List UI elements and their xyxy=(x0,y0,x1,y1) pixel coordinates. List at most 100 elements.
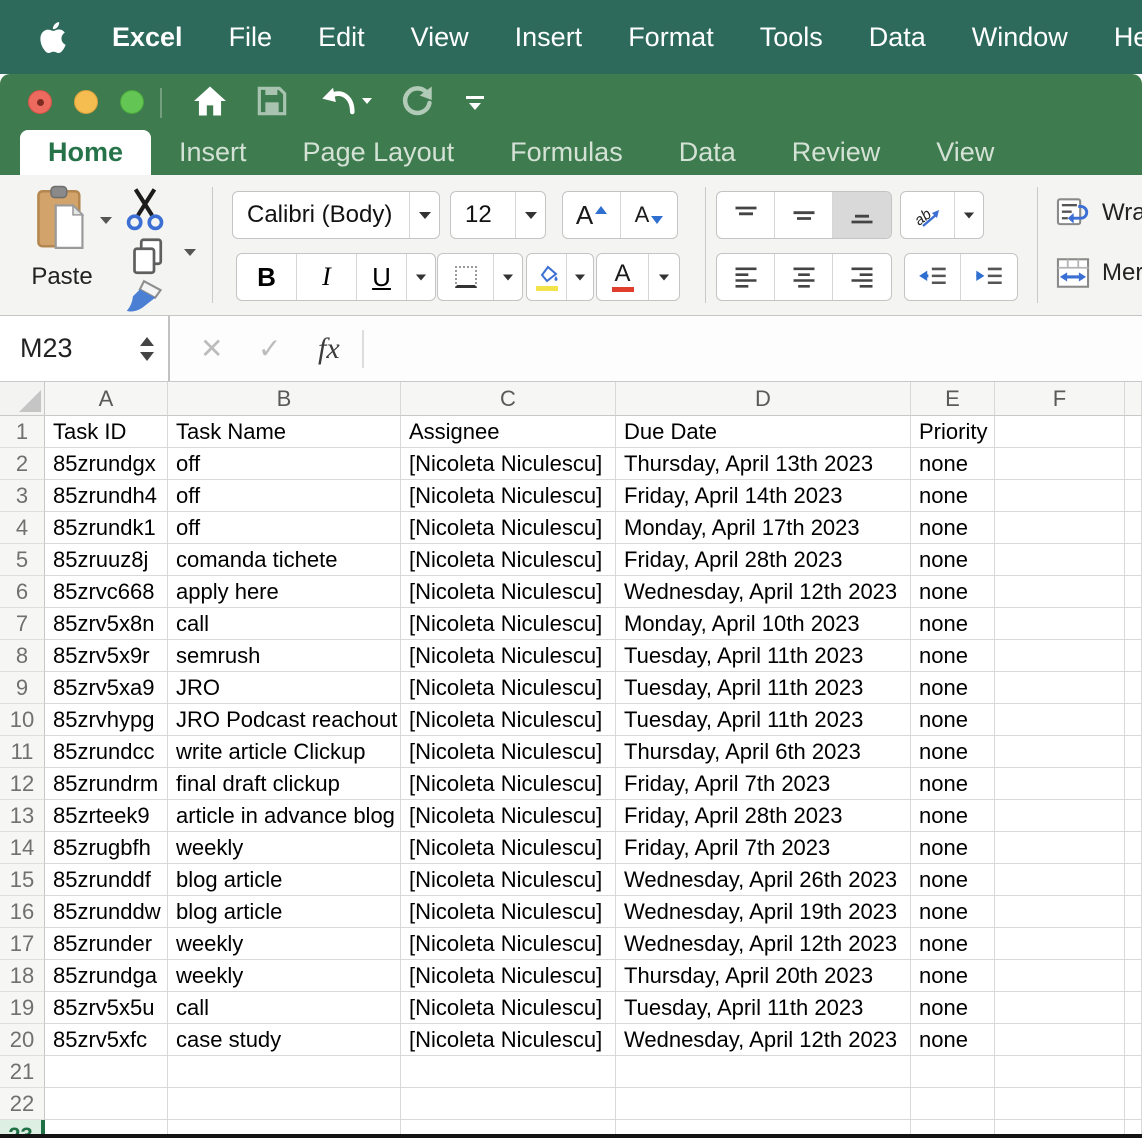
cell-C1[interactable]: Assignee xyxy=(401,416,616,448)
row-header-18[interactable]: 18 xyxy=(0,960,45,992)
align-top-icon[interactable] xyxy=(717,192,775,238)
cell-B14[interactable]: weekly xyxy=(168,832,401,864)
cell-B4[interactable]: off xyxy=(168,512,401,544)
tab-home[interactable]: Home xyxy=(20,130,152,175)
cell-D6[interactable]: Wednesday, April 12th 2023 xyxy=(616,576,911,608)
cell-C20[interactable]: [Nicoleta Niculescu] xyxy=(401,1024,616,1056)
cell-A10[interactable]: 85zrvhypg xyxy=(45,704,168,736)
cell-E16[interactable]: none xyxy=(911,896,995,928)
cell-D13[interactable]: Friday, April 28th 2023 xyxy=(616,800,911,832)
cell-C19[interactable]: [Nicoleta Niculescu] xyxy=(401,992,616,1024)
column-header-F[interactable]: F xyxy=(995,382,1125,416)
tab-page-layout[interactable]: Page Layout xyxy=(275,130,483,175)
cell-A5[interactable]: 85zruuz8j xyxy=(45,544,168,576)
row-header-13[interactable]: 13 xyxy=(0,800,45,832)
cell-partial16[interactable] xyxy=(1125,896,1142,928)
cell-D1[interactable]: Due Date xyxy=(616,416,911,448)
cell-F22[interactable] xyxy=(995,1088,1125,1120)
cell-F18[interactable] xyxy=(995,960,1125,992)
cell-E4[interactable]: none xyxy=(911,512,995,544)
row-header-9[interactable]: 9 xyxy=(0,672,45,704)
cell-A18[interactable]: 85zrundga xyxy=(45,960,168,992)
name-box-stepper[interactable] xyxy=(140,336,154,361)
cell-partial18[interactable] xyxy=(1125,960,1142,992)
cell-partial10[interactable] xyxy=(1125,704,1142,736)
cell-A20[interactable]: 85zrv5xfc xyxy=(45,1024,168,1056)
cell-A2[interactable]: 85zrundgx xyxy=(45,448,168,480)
cell-E18[interactable]: none xyxy=(911,960,995,992)
row-header-14[interactable]: 14 xyxy=(0,832,45,864)
cell-A17[interactable]: 85zrunder xyxy=(45,928,168,960)
fill-color-dropdown-icon[interactable] xyxy=(567,254,593,300)
cell-C14[interactable]: [Nicoleta Niculescu] xyxy=(401,832,616,864)
underline-dropdown-icon[interactable] xyxy=(407,254,435,300)
cell-A3[interactable]: 85zrundh4 xyxy=(45,480,168,512)
cell-A22[interactable] xyxy=(45,1088,168,1120)
cell-E3[interactable]: none xyxy=(911,480,995,512)
row-header-20[interactable]: 20 xyxy=(0,1024,45,1056)
cell-F19[interactable] xyxy=(995,992,1125,1024)
cell-E1[interactable]: Priority xyxy=(911,416,995,448)
cell-C9[interactable]: [Nicoleta Niculescu] xyxy=(401,672,616,704)
cell-D7[interactable]: Monday, April 10th 2023 xyxy=(616,608,911,640)
save-icon[interactable] xyxy=(256,85,288,117)
cell-F20[interactable] xyxy=(995,1024,1125,1056)
row-header-6[interactable]: 6 xyxy=(0,576,45,608)
cell-E14[interactable]: none xyxy=(911,832,995,864)
cancel-icon[interactable]: ✕ xyxy=(200,316,223,381)
cell-C15[interactable]: [Nicoleta Niculescu] xyxy=(401,864,616,896)
align-center-icon[interactable] xyxy=(775,254,833,300)
font-size-combo[interactable]: 12 xyxy=(450,191,546,239)
cell-C8[interactable]: [Nicoleta Niculescu] xyxy=(401,640,616,672)
formula-input[interactable] xyxy=(375,320,1138,378)
cell-E12[interactable]: none xyxy=(911,768,995,800)
stepper-up-icon[interactable] xyxy=(140,336,154,346)
cell-D4[interactable]: Monday, April 17th 2023 xyxy=(616,512,911,544)
cell-F4[interactable] xyxy=(995,512,1125,544)
cell-partial11[interactable] xyxy=(1125,736,1142,768)
cell-D12[interactable]: Friday, April 7th 2023 xyxy=(616,768,911,800)
cell-A1[interactable]: Task ID xyxy=(45,416,168,448)
cell-F7[interactable] xyxy=(995,608,1125,640)
font-name-dropdown-icon[interactable] xyxy=(409,192,439,238)
row-header-12[interactable]: 12 xyxy=(0,768,45,800)
shrink-font-button[interactable]: A xyxy=(621,192,677,238)
orientation-dropdown-icon[interactable] xyxy=(955,192,983,238)
undo-icon[interactable] xyxy=(318,85,358,119)
cell-D20[interactable]: Wednesday, April 12th 2023 xyxy=(616,1024,911,1056)
cell-partial20[interactable] xyxy=(1125,1024,1142,1056)
cell-D2[interactable]: Thursday, April 13th 2023 xyxy=(616,448,911,480)
cell-E20[interactable]: none xyxy=(911,1024,995,1056)
wrap-text-button[interactable]: Wra xyxy=(1056,197,1142,229)
align-left-icon[interactable] xyxy=(717,254,775,300)
tab-view[interactable]: View xyxy=(908,130,1022,175)
cell-A9[interactable]: 85zrv5xa9 xyxy=(45,672,168,704)
cell-partial17[interactable] xyxy=(1125,928,1142,960)
column-header-C[interactable]: C xyxy=(401,382,616,416)
cell-B16[interactable]: blog article xyxy=(168,896,401,928)
menu-item-format[interactable]: Format xyxy=(628,22,714,53)
cell-E15[interactable]: none xyxy=(911,864,995,896)
cell-C2[interactable]: [Nicoleta Niculescu] xyxy=(401,448,616,480)
cell-F1[interactable] xyxy=(995,416,1125,448)
copy-icon[interactable] xyxy=(130,237,166,277)
cell-E19[interactable]: none xyxy=(911,992,995,1024)
cell-partial14[interactable] xyxy=(1125,832,1142,864)
cell-C17[interactable]: [Nicoleta Niculescu] xyxy=(401,928,616,960)
cell-partial1[interactable] xyxy=(1125,416,1142,448)
format-painter-icon[interactable] xyxy=(122,277,166,313)
column-header-D[interactable]: D xyxy=(616,382,911,416)
cell-A6[interactable]: 85zrvc668 xyxy=(45,576,168,608)
cell-B21[interactable] xyxy=(168,1056,401,1088)
close-window-button[interactable] xyxy=(28,90,52,114)
cell-E2[interactable]: none xyxy=(911,448,995,480)
align-right-icon[interactable] xyxy=(833,254,891,300)
cell-E7[interactable]: none xyxy=(911,608,995,640)
column-header-E[interactable]: E xyxy=(911,382,995,416)
bold-button[interactable]: B xyxy=(237,254,297,300)
row-header-5[interactable]: 5 xyxy=(0,544,45,576)
cell-partial4[interactable] xyxy=(1125,512,1142,544)
cell-F12[interactable] xyxy=(995,768,1125,800)
decrease-indent-icon[interactable] xyxy=(905,254,961,300)
cell-B9[interactable]: JRO xyxy=(168,672,401,704)
